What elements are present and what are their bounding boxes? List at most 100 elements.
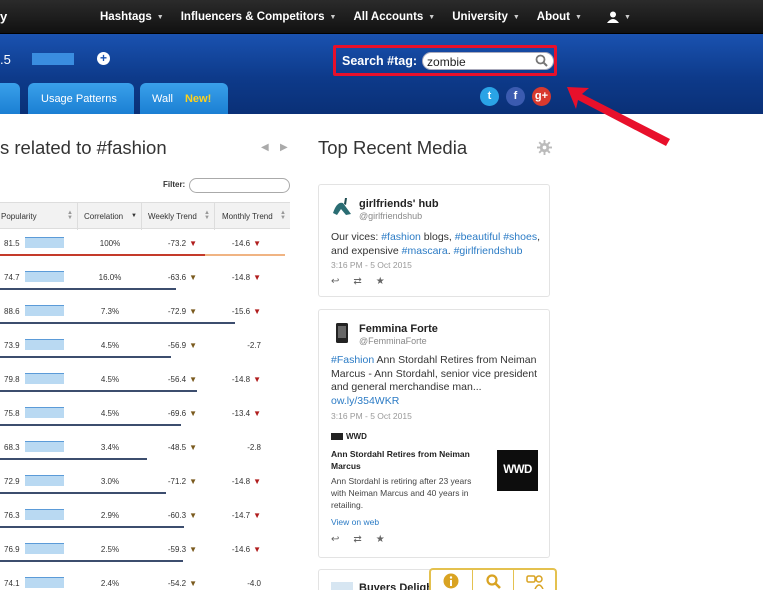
correlation-value: 2.5%: [100, 545, 120, 554]
facebook-share-icon[interactable]: f: [506, 87, 525, 106]
table-row[interactable]: 74.1 2.4% -54.2 ▼ -4.0: [0, 574, 290, 590]
hashtag-link[interactable]: #shoes: [503, 231, 537, 243]
menu-university[interactable]: University ▼: [452, 11, 520, 23]
avatar: [331, 582, 353, 590]
hashtag-link[interactable]: #mascara: [402, 245, 448, 257]
menu-influencers[interactable]: Influencers & Competitors ▼: [181, 11, 337, 23]
col-correlation[interactable]: Correlation ▼: [78, 203, 142, 230]
weekly-trend-cell: -72.9 ▼: [142, 307, 197, 316]
hashtag-link[interactable]: #fashion: [381, 231, 421, 243]
table-row[interactable]: 79.8 4.5% -56.4 ▼ -14.8 ▼: [0, 370, 290, 404]
trend-down-icon: ▼: [189, 579, 197, 588]
table-row[interactable]: 81.5 100% -73.2 ▼ -14.6 ▼: [0, 234, 290, 268]
table-row[interactable]: 75.8 4.5% -69.6 ▼ -13.4 ▼: [0, 404, 290, 438]
popularity-value: 88.6: [4, 307, 20, 316]
popularity-value: 74.7: [4, 273, 20, 282]
popularity-value: 79.8: [4, 375, 20, 384]
monthly-trend-cell: -14.6 ▼: [215, 239, 261, 248]
info-button[interactable]: [431, 570, 473, 590]
reply-icon[interactable]: ↩: [331, 276, 339, 287]
next-arrow-icon[interactable]: ▶: [280, 142, 288, 153]
weekly-trend-value: -73.2: [167, 239, 187, 248]
view-on-web-link[interactable]: View on web: [331, 517, 379, 527]
tab-wall[interactable]: Wall New!: [140, 83, 228, 114]
filter-input[interactable]: [189, 178, 290, 193]
prev-arrow-icon[interactable]: ◀: [261, 142, 269, 153]
gear-icon[interactable]: [537, 140, 552, 155]
table-row[interactable]: 68.3 3.4% -48.5 ▼ -2.8: [0, 438, 290, 472]
shoe-avatar-icon: [333, 198, 351, 215]
table-header: Popularity ▲ ▼ Correlation ▼ Weekly Trend ▲ ▼…: [0, 202, 290, 230]
popularity-sparkline: [25, 441, 64, 452]
author-handle[interactable]: @girlfriendshub: [359, 211, 422, 221]
search-icon[interactable]: [535, 54, 548, 67]
weekly-trend-value: -69.6: [167, 409, 187, 418]
author-name[interactable]: Femmina Forte: [359, 323, 438, 335]
popularity-value: 73.9: [4, 341, 20, 350]
weekly-trend-value: -60.3: [167, 511, 187, 520]
trend-down-icon: ▼: [253, 409, 261, 418]
table-row[interactable]: 76.9 2.5% -59.3 ▼ -14.6 ▼: [0, 540, 290, 574]
hashtag-link[interactable]: #girlfriendshub: [454, 245, 523, 257]
reply-icon[interactable]: ↩: [331, 534, 339, 545]
monthly-trend-value: -14.8: [231, 477, 251, 486]
trend-down-icon: ▼: [189, 239, 197, 248]
table-row[interactable]: 76.3 2.9% -60.3 ▼ -14.7 ▼: [0, 506, 290, 540]
trend-down-icon: ▼: [189, 409, 197, 418]
correlation-value: 2.9%: [100, 511, 120, 520]
search-input[interactable]: [423, 53, 532, 70]
post-actions: ↩ ⇄ ★: [331, 534, 399, 545]
author-handle[interactable]: @FemminaForte: [359, 336, 427, 346]
search-icon: [485, 573, 501, 589]
retweet-icon[interactable]: ⇄: [353, 276, 361, 287]
add-icon[interactable]: +: [97, 52, 110, 65]
card-title[interactable]: Ann Stordahl Retires from Neiman Marcus: [331, 449, 481, 472]
weekly-trend-value: -56.9: [167, 341, 187, 350]
favorite-icon[interactable]: ★: [376, 276, 385, 287]
monthly-trend-cell: -14.7 ▼: [215, 511, 261, 520]
table-row[interactable]: 72.9 3.0% -71.2 ▼ -14.8 ▼: [0, 472, 290, 506]
trend-down-icon: ▼: [253, 375, 261, 384]
wwd-logo[interactable]: WWD: [497, 450, 538, 491]
gplus-share-icon[interactable]: g+: [532, 87, 551, 106]
media-card: Femmina Forte @FemminaForte #Fashion Ann…: [318, 309, 550, 558]
hashtag-link[interactable]: #Fashion: [331, 354, 374, 366]
menu-label: About: [536, 11, 570, 23]
menu-all-accounts[interactable]: All Accounts ▼: [353, 11, 435, 23]
popularity-sparkline: [25, 509, 64, 520]
score-bar: [32, 53, 74, 65]
tab-prev[interactable]: [0, 83, 20, 114]
brand-fragment[interactable]: y: [0, 9, 7, 24]
caret-down-icon: ▼: [512, 13, 520, 21]
trend-down-icon: ▼: [189, 307, 197, 316]
hashtag-link[interactable]: #beautiful: [455, 231, 501, 243]
media-card: girlfriends' hub @girlfriendshub Our vic…: [318, 184, 550, 297]
twitter-share-icon[interactable]: t: [480, 87, 499, 106]
col-monthly-trend[interactable]: Monthly Trend ▲ ▼: [215, 203, 290, 230]
author-name[interactable]: girlfriends' hub: [359, 198, 439, 210]
user-menu[interactable]: ▼: [606, 11, 631, 23]
post-link[interactable]: ow.ly/354WKR: [331, 395, 399, 407]
trend-down-icon: ▼: [253, 477, 261, 486]
menu-hashtags[interactable]: Hashtags ▼: [100, 11, 164, 23]
menu-about[interactable]: About ▼: [537, 11, 582, 23]
favorite-icon[interactable]: ★: [376, 534, 385, 545]
trend-down-icon: ▼: [253, 239, 261, 248]
trend-down-icon: ▼: [253, 273, 261, 282]
table-row[interactable]: 88.6 7.3% -72.9 ▼ -15.6 ▼: [0, 302, 290, 336]
col-weekly-trend[interactable]: Weekly Trend ▲ ▼: [142, 203, 215, 230]
caret-down-icon: ▼: [623, 13, 631, 21]
popularity-value: 74.1: [4, 579, 20, 588]
post-timestamp[interactable]: 3:16 PM - 5 Oct 2015: [331, 411, 412, 421]
retweet-icon[interactable]: ⇄: [353, 534, 361, 545]
post-timestamp[interactable]: 3:16 PM - 5 Oct 2015: [331, 260, 412, 270]
tab-usage-patterns[interactable]: Usage Patterns: [28, 83, 134, 114]
popularity-value: 76.9: [4, 545, 20, 554]
col-popularity[interactable]: Popularity ▲ ▼: [0, 203, 78, 230]
new-badge: New!: [184, 92, 212, 105]
search-button[interactable]: [473, 570, 515, 590]
table-row[interactable]: 74.7 16.0% -63.6 ▼ -14.8 ▼: [0, 268, 290, 302]
table-row[interactable]: 73.9 4.5% -56.9 ▼ -2.7: [0, 336, 290, 370]
support-button[interactable]: [514, 570, 555, 590]
author-name[interactable]: Buyers Delight: [359, 582, 437, 590]
